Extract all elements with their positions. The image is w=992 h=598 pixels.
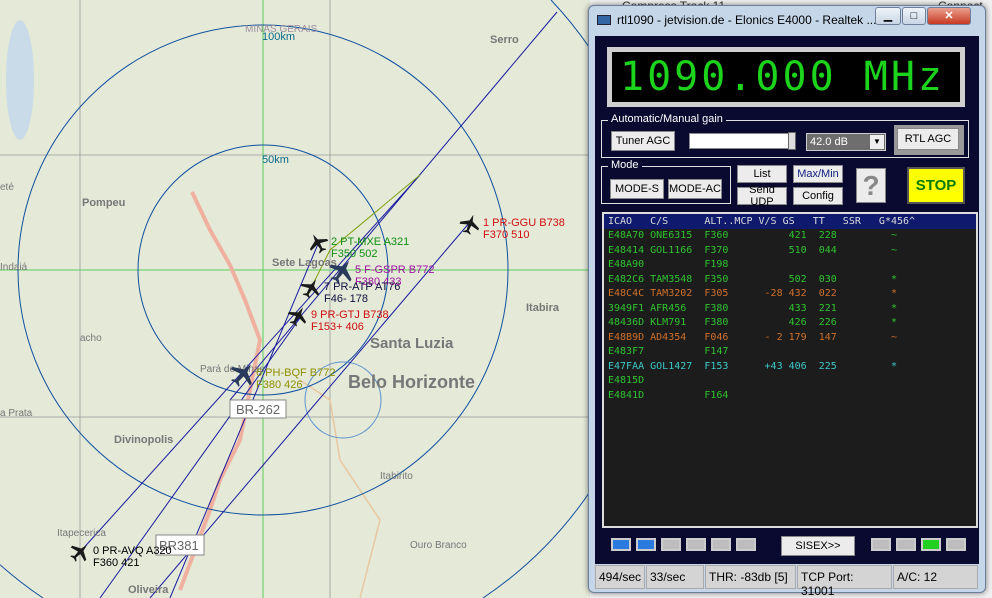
mode-s-button[interactable]: MODE-S <box>610 179 664 199</box>
radar-map[interactable]: 100km50km MINAS GERAIS Serro Pompeu Sete… <box>0 0 590 598</box>
aircraft-label: F370 510 <box>483 229 529 241</box>
place-label: Serro <box>490 34 519 46</box>
indicator-led <box>661 538 681 551</box>
table-row[interactable]: 48436D KLM791 F380 426 226 * <box>604 316 976 331</box>
app-icon <box>597 15 611 25</box>
rtl-agc-button[interactable]: RTL AGC <box>897 128 959 150</box>
table-row[interactable]: E48B9D AD4354 F046 - 2 179 147 ~ <box>604 331 976 346</box>
aircraft-label: 6 PH-BQF B772 <box>256 367 335 379</box>
chevron-down-icon[interactable]: ▼ <box>870 135 884 149</box>
indicator-led <box>611 538 631 551</box>
aircraft-label: 5 F-GSPR B772 <box>355 264 434 276</box>
table-row[interactable]: E48C4C TAM3202 F305 -28 432 022 * <box>604 287 976 302</box>
table-row[interactable]: E482C6 TAM3548 F350 502 030 * <box>604 273 976 288</box>
place-label: Belo Horizonte <box>348 372 475 392</box>
place-label: acho <box>80 333 102 344</box>
region-label: MINAS GERAIS <box>245 24 318 35</box>
client-area: 1090.000 MHz Automatic/Manual gain Tuner… <box>595 36 979 564</box>
place-label: Itabirito <box>380 471 413 482</box>
table-row[interactable]: E48414 GOL1166 F370 510 044 ~ <box>604 244 976 259</box>
table-row[interactable]: E47FAA GOL1427 F153 +43 406 225 * <box>604 360 976 375</box>
place-label: Santa Luzia <box>370 335 454 352</box>
close-button[interactable]: ✕ <box>927 7 971 25</box>
gain-value: 42.0 dB <box>810 136 848 148</box>
stop-button[interactable]: STOP <box>907 167 965 204</box>
indicator-led <box>871 538 891 551</box>
indicator-led <box>736 538 756 551</box>
sisex-button[interactable]: SISEX>> <box>781 536 855 556</box>
status-tcp-port: TCP Port: 31001 <box>797 565 892 598</box>
place-label: Itabira <box>526 302 560 314</box>
aircraft-label: 1 PR-GGU B738 <box>483 217 565 229</box>
frequency-display: 1090.000 MHz <box>607 47 965 107</box>
table-row[interactable]: E483F7 F147 <box>604 345 976 360</box>
aircraft-label: 2 PT-MXE A321 <box>331 236 409 248</box>
table-header: ICAO C/S ALT..MCP V/S GS TT SSR G*456^ <box>604 214 976 229</box>
indicator-led <box>711 538 731 551</box>
indicator-led <box>896 538 916 551</box>
place-label: Oliveira <box>128 584 169 596</box>
place-label: eté <box>0 182 14 193</box>
max-min-button[interactable]: Max/Min <box>793 165 843 183</box>
road-label: BR-262 <box>236 402 280 417</box>
gain-slider[interactable] <box>689 132 796 150</box>
aircraft-label: F360 421 <box>93 557 139 569</box>
ring-label-50km: 50km <box>262 154 289 166</box>
aircraft-label: F46- 178 <box>324 293 368 305</box>
tuner-agc-button[interactable]: Tuner AGC <box>611 131 675 151</box>
place-label: Divinopolis <box>114 434 173 446</box>
status-pos-rate: 33/sec <box>646 565 704 589</box>
mode-ac-button[interactable]: MODE-AC <box>668 179 722 199</box>
table-row[interactable]: E48A70 ONE6315 F360 421 228 ~ <box>604 229 976 244</box>
aircraft-label: 0 PR-AVQ A320 <box>93 545 172 557</box>
gain-group: Automatic/Manual gain Tuner AGC 42.0 dB ▼… <box>601 113 969 158</box>
aircraft-table[interactable]: ICAO C/S ALT..MCP V/S GS TT SSR G*456^ E… <box>602 212 978 528</box>
aircraft-label: F350 502 <box>331 248 377 260</box>
gain-group-label: Automatic/Manual gain <box>608 113 726 125</box>
help-button[interactable]: ? <box>856 168 886 203</box>
aircraft-label: F380 426 <box>256 379 302 391</box>
status-bar: 494/sec 33/sec THR: -83db [5] TCP Port: … <box>595 565 979 598</box>
table-row[interactable]: E4815D <box>604 374 976 389</box>
maximize-button[interactable]: □ <box>902 7 926 25</box>
aircraft-label: F153+ 406 <box>311 321 364 333</box>
list-button[interactable]: List <box>737 165 787 183</box>
minimize-button[interactable]: ▁ <box>875 7 901 25</box>
send-udp-button[interactable]: Send UDP <box>737 184 787 208</box>
status-aircraft-count: A/C: 12 <box>893 565 978 589</box>
place-label: a Prata <box>0 408 33 419</box>
indicator-led <box>686 538 706 551</box>
indicator-led <box>946 538 966 551</box>
gain-dropdown[interactable]: 42.0 dB ▼ <box>806 133 886 151</box>
status-threshold: THR: -83db [5] <box>705 565 796 589</box>
slider-thumb[interactable] <box>788 132 796 150</box>
place-label: Itapecerica <box>57 528 106 539</box>
indicator-led <box>921 538 941 551</box>
indicator-led <box>636 538 656 551</box>
place-label: Indaiá <box>0 262 28 273</box>
window-title: rtl1090 - jetvision.de - Elonics E4000 -… <box>617 13 877 27</box>
table-row[interactable]: E48A90 F198 <box>604 258 976 273</box>
aircraft-label: 7 PR-ATP AT76 <box>324 281 400 293</box>
rtl1090-window: rtl1090 - jetvision.de - Elonics E4000 -… <box>588 5 986 598</box>
place-label: Pompeu <box>82 197 125 209</box>
status-msg-rate: 494/sec <box>595 565 645 589</box>
config-button[interactable]: Config <box>793 187 843 205</box>
table-row[interactable]: 3949F1 AFR456 F380 433 221 * <box>604 302 976 317</box>
aircraft-label: 9 PR-GTJ B738 <box>311 309 389 321</box>
mode-group-label: Mode <box>608 159 642 171</box>
place-label: Sete Lagoas <box>272 257 337 269</box>
table-row[interactable]: E4841D F164 <box>604 389 976 404</box>
mode-group: Mode MODE-S MODE-AC <box>601 159 731 204</box>
place-label: Ouro Branco <box>410 540 467 551</box>
